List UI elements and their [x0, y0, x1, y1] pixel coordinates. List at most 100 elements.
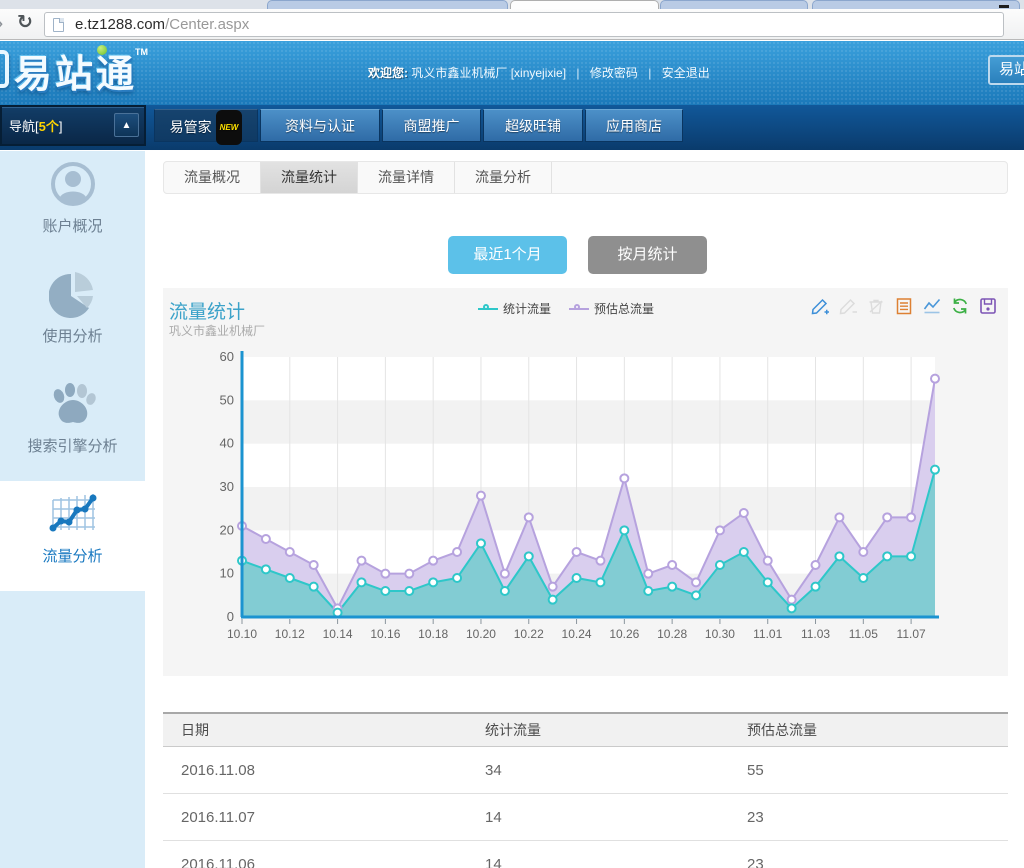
paw-icon: [49, 380, 97, 428]
tab-traffic-details[interactable]: 流量详情: [358, 162, 455, 193]
sidebar: 账户概况 使用分析 搜索引擎分析: [0, 151, 145, 868]
tab-traffic-stats[interactable]: 流量统计: [261, 162, 358, 193]
chart-subtitle: 巩义市鑫业机械厂: [169, 322, 265, 339]
browser-tab-active[interactable]: [510, 0, 659, 9]
page: › ↻ e.tz1288.com/Center.aspx 易站通 TM 欢迎您:…: [0, 0, 1024, 868]
mark-delete-trash-icon[interactable]: [866, 296, 886, 316]
back-icon[interactable]: ›: [0, 10, 3, 36]
sidebar-item-search-engine-analysis[interactable]: 搜索引擎分析: [0, 371, 145, 481]
user-icon: [49, 160, 97, 208]
svg-text:10: 10: [220, 566, 234, 581]
logo-fragment-icon: [0, 50, 9, 88]
legend-marker-icon: [569, 304, 589, 314]
svg-text:10.30: 10.30: [705, 627, 735, 641]
logo-leaf-icon: [97, 45, 107, 55]
legend-item-stats[interactable]: 统计流量: [478, 300, 551, 317]
col-header-estimate: 预估总流量: [747, 720, 1008, 740]
account-name: [xinyejixie]: [511, 66, 566, 80]
nav-dropdown[interactable]: 导航[5个] ▲: [0, 105, 146, 146]
svg-text:10.28: 10.28: [657, 627, 687, 641]
svg-text:11.03: 11.03: [801, 627, 830, 641]
traffic-area-chart[interactable]: 0 10 20 30 40 50 60 10.10 10.12 10.14 10.16 10.18 10…: [163, 288, 1008, 676]
chart-title: 流量统计: [169, 297, 245, 324]
table-row[interactable]: 2016.11.07 14 23: [163, 794, 1008, 841]
col-header-date: 日期: [163, 720, 485, 740]
table-row[interactable]: 2016.11.08 34 55: [163, 747, 1008, 794]
corner-site-button[interactable]: 易站: [988, 55, 1024, 85]
browser-toolbar: › ↻ e.tz1288.com/Center.aspx: [0, 9, 1024, 40]
line-chart-icon: [49, 490, 97, 538]
svg-text:10.22: 10.22: [514, 627, 544, 641]
svg-text:30: 30: [220, 479, 234, 494]
url-host: e.tz1288.com: [75, 16, 165, 33]
tab-traffic-analysis[interactable]: 流量分析: [455, 162, 552, 193]
svg-text:40: 40: [220, 436, 234, 451]
svg-text:10.26: 10.26: [609, 627, 639, 641]
browser-tab[interactable]: [267, 0, 508, 9]
content-tabs: 流量概况 流量统计 流量详情 流量分析: [163, 161, 1008, 194]
url-bar[interactable]: e.tz1288.com/Center.aspx: [44, 12, 1004, 37]
browser-tab[interactable]: [812, 0, 1020, 9]
svg-text:10.20: 10.20: [466, 627, 496, 641]
site-logo[interactable]: 易站通: [14, 43, 137, 98]
tab-traffic-overview[interactable]: 流量概况: [164, 162, 261, 193]
svg-text:0: 0: [227, 609, 234, 624]
svg-text:10.24: 10.24: [562, 627, 592, 641]
logout-link[interactable]: 安全退出: [662, 66, 710, 80]
svg-text:20: 20: [220, 522, 234, 537]
mark-undo-pencil-icon[interactable]: [838, 296, 858, 316]
sidebar-item-usage-analysis[interactable]: 使用分析: [0, 261, 145, 371]
mark-pencil-icon[interactable]: [810, 296, 830, 316]
table-header-row: 日期 统计流量 预估总流量: [163, 714, 1008, 747]
nav-tab-ziliaoyurenzheng[interactable]: 资料与认证: [260, 109, 380, 142]
welcome-label: 欢迎您:: [368, 66, 408, 80]
pie-icon: [49, 270, 97, 318]
site-header: 易站通 TM 欢迎您: 巩义市鑫业机械厂 [xinyejixie] | 修改密码…: [0, 41, 1024, 105]
chart-legend: 统计流量 预估总流量: [478, 300, 654, 317]
legend-item-estimate[interactable]: 预估总流量: [569, 300, 654, 317]
page-icon: [53, 18, 64, 32]
restore-refresh-icon[interactable]: [950, 296, 970, 316]
data-view-icon[interactable]: [894, 296, 914, 316]
svg-text:60: 60: [220, 349, 234, 364]
minimize-icon[interactable]: [999, 5, 1009, 8]
svg-text:11.01: 11.01: [753, 627, 782, 641]
nav-tab-shangmengtuiguang[interactable]: 商盟推广: [382, 109, 481, 142]
sidebar-item-account-overview[interactable]: 账户概况: [0, 151, 145, 261]
new-badge: NEW: [216, 110, 243, 145]
traffic-data-table: 日期 统计流量 预估总流量 2016.11.08 34 55 2016.11.0…: [163, 712, 1008, 868]
reload-icon[interactable]: ↻: [17, 11, 33, 34]
legend-marker-icon: [478, 304, 498, 314]
chevron-up-icon[interactable]: ▲: [114, 113, 139, 137]
recent-month-button[interactable]: 最近1个月: [448, 236, 567, 274]
chart-toolbox: [810, 296, 998, 316]
svg-text:10.12: 10.12: [275, 627, 305, 641]
url-path: /Center.aspx: [165, 16, 249, 33]
by-month-button[interactable]: 按月统计: [588, 236, 707, 274]
company-name: 巩义市鑫业机械厂: [411, 66, 507, 80]
browser-tab-strip: [0, 0, 1024, 9]
save-image-floppy-icon[interactable]: [978, 296, 998, 316]
nav-tab-yiguanjia[interactable]: 易管家NEW: [154, 109, 258, 142]
svg-text:11.05: 11.05: [849, 627, 878, 641]
table-row[interactable]: 2016.11.06 14 23: [163, 841, 1008, 868]
welcome-bar: 欢迎您: 巩义市鑫业机械厂 [xinyejixie] | 修改密码 | 安全退出: [368, 64, 710, 81]
sidebar-item-traffic-analysis[interactable]: 流量分析: [0, 481, 145, 591]
svg-text:10.14: 10.14: [323, 627, 353, 641]
svg-text:10.10: 10.10: [227, 627, 257, 641]
change-password-link[interactable]: 修改密码: [590, 66, 638, 80]
svg-text:50: 50: [220, 392, 234, 407]
main-nav: 导航[5个] ▲ 易管家NEW 资料与认证 商盟推广 超级旺铺 应用商店: [0, 105, 1024, 150]
nav-tab-yingyongshangdian[interactable]: 应用商店: [585, 109, 683, 142]
logo-tm: TM: [135, 47, 148, 57]
svg-text:11.07: 11.07: [897, 627, 926, 641]
nav-tabs: 易管家NEW 资料与认证 商盟推广 超级旺铺 应用商店: [154, 109, 683, 142]
browser-tab[interactable]: [660, 0, 808, 9]
line-chart-type-icon[interactable]: [922, 296, 942, 316]
nav-tab-chaojiwangpu[interactable]: 超级旺铺: [483, 109, 583, 142]
traffic-chart-card: 0 10 20 30 40 50 60 10.10 10.12 10.14 10.16 10.18 10…: [163, 288, 1008, 676]
nav-dropdown-label: 导航[5个]: [9, 116, 62, 135]
svg-text:10.16: 10.16: [370, 627, 400, 641]
col-header-stats: 统计流量: [485, 720, 747, 740]
svg-text:10.18: 10.18: [418, 627, 448, 641]
